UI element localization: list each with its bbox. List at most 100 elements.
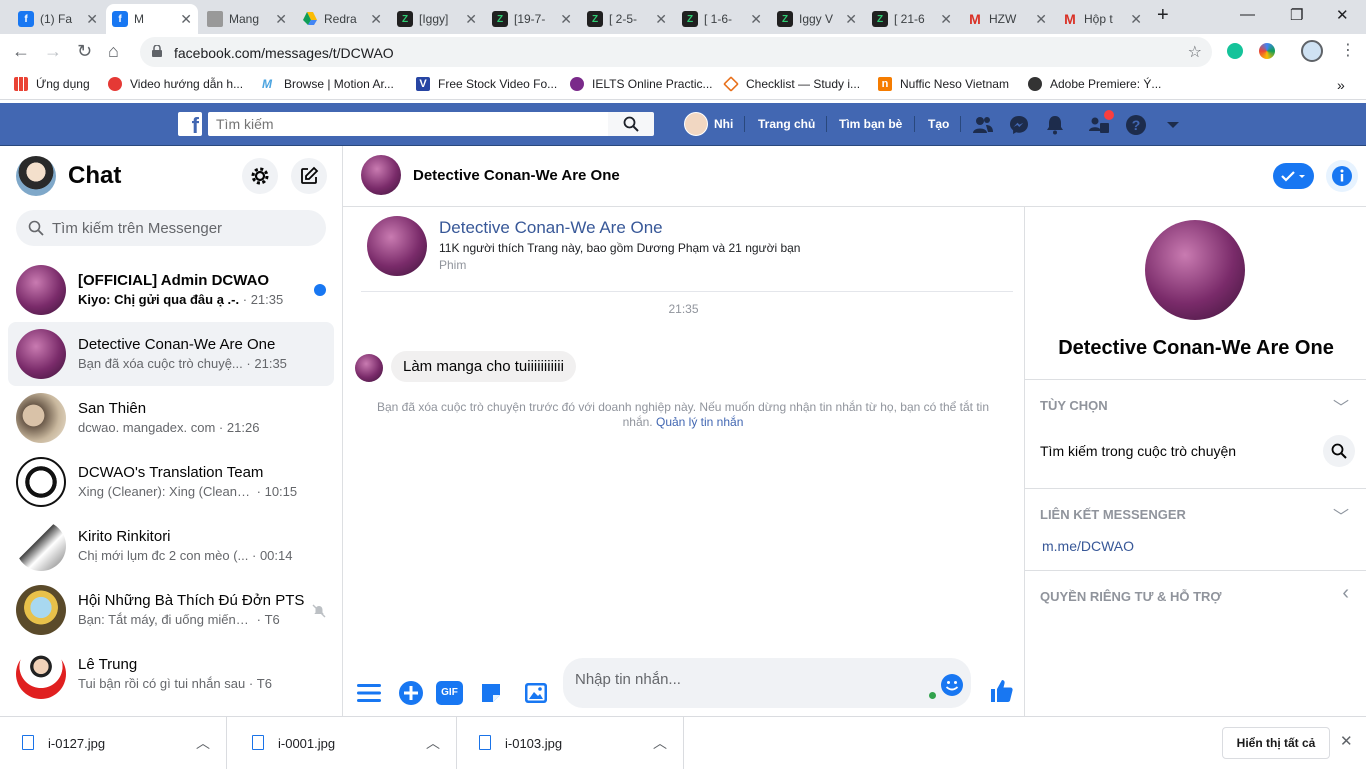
messenger-search-input[interactable]: Tìm kiếm trên Messenger	[16, 210, 326, 246]
emoji-icon[interactable]	[940, 673, 964, 697]
conversation-item[interactable]: [OFFICIAL] Admin DCWAO Kiyo: Chị gửi qua…	[8, 258, 334, 322]
browser-tab[interactable]: Z [ 21-6 ✕	[866, 4, 958, 34]
home-link[interactable]: Trang chủ	[758, 117, 815, 131]
browser-tab[interactable]: Z Iggy V ✕	[771, 4, 863, 34]
thumbs-up-icon[interactable]	[987, 677, 1015, 705]
conversation-title[interactable]: Detective Conan-We Are One	[413, 167, 620, 184]
chevron-up-icon[interactable]: ︿	[426, 733, 440, 753]
find-friends-link[interactable]: Tìm bạn bè	[839, 117, 902, 131]
browser-tab[interactable]: M HZW ✕	[961, 4, 1053, 34]
download-item[interactable]: i-0103.jpg ︿	[457, 717, 684, 769]
manage-messages-link[interactable]: Quản lý tin nhắn	[656, 415, 743, 429]
address-input[interactable]: facebook.com/messages/t/DCWAO ☆	[140, 37, 1212, 67]
close-tab-icon[interactable]: ✕	[1035, 11, 1047, 28]
details-page-name[interactable]: Detective Conan-We Are One	[1025, 337, 1366, 360]
page-avatar[interactable]	[361, 155, 401, 195]
conversation-item-selected[interactable]: Detective Conan-We Are One Bạn đã xóa cu…	[8, 322, 334, 386]
new-message-button[interactable]	[291, 158, 327, 194]
more-bookmarks-icon[interactable]: »	[1337, 77, 1345, 93]
notifications-bell-icon[interactable]	[1044, 114, 1066, 136]
chevron-up-icon[interactable]: ︿	[196, 733, 210, 753]
profile-avatar[interactable]	[16, 156, 56, 196]
close-tab-icon[interactable]: ✕	[560, 11, 572, 28]
close-tab-icon[interactable]: ✕	[845, 11, 857, 28]
chevron-down-icon[interactable]: ﹀	[1333, 394, 1349, 418]
search-in-conversation[interactable]: Tìm kiếm trong cuộc trò chuyện	[1040, 443, 1236, 459]
browser-tab[interactable]: Redra ✕	[296, 4, 388, 34]
bookmark-item[interactable]: M Browse | Motion Ar...	[262, 77, 394, 91]
browser-tab[interactable]: Z [ 2-5- ✕	[581, 4, 673, 34]
page-card-avatar[interactable]	[367, 216, 427, 276]
browser-tab-active[interactable]: f M ✕	[106, 4, 198, 34]
close-tab-icon[interactable]: ✕	[750, 11, 762, 28]
bookmark-item[interactable]: n Nuffic Neso Vietnam	[878, 77, 1009, 91]
chevron-up-icon[interactable]: ︿	[653, 733, 667, 753]
message-input[interactable]: Nhập tin nhắn...	[563, 658, 971, 708]
mark-done-button[interactable]	[1273, 163, 1314, 189]
user-name-link[interactable]: Nhi	[714, 117, 733, 131]
new-tab-icon[interactable]: +	[1157, 4, 1169, 27]
reload-icon[interactable]: ↻	[77, 41, 92, 62]
bookmark-item[interactable]: Adobe Premiere: Ý...	[1028, 77, 1161, 91]
close-tab-icon[interactable]: ✕	[1130, 11, 1142, 28]
forward-icon[interactable]: →	[44, 41, 62, 62]
bookmark-item[interactable]: IELTS Online Practic...	[570, 77, 713, 91]
messenger-link-header[interactable]: LIÊN KẾT MESSENGER	[1040, 507, 1186, 522]
conversation-item[interactable]: Lê Trung Tui bận rồi có gì tui nhắn sau …	[8, 642, 334, 706]
settings-button[interactable]	[242, 158, 278, 194]
more-actions-icon[interactable]	[356, 682, 382, 704]
info-button[interactable]	[1326, 160, 1358, 192]
bookmark-item[interactable]: Checklist — Study i...	[723, 76, 860, 92]
facebook-search-input[interactable]	[208, 112, 608, 136]
browser-tab[interactable]: f (1) Fa ✕	[12, 4, 104, 34]
user-avatar[interactable]	[684, 112, 708, 136]
grammarly-extension-icon[interactable]	[1227, 43, 1243, 59]
gif-button[interactable]: GIF	[436, 681, 463, 705]
bookmark-item[interactable]: V Free Stock Video Fo...	[416, 77, 557, 91]
conversation-item[interactable]: DCWAO's Translation Team Xing (Cleaner):…	[8, 450, 334, 514]
browser-tab[interactable]: Z [ 1-6- ✕	[676, 4, 768, 34]
account-menu-caret-icon[interactable]	[1162, 114, 1184, 136]
bookmark-apps[interactable]: Ứng dụng	[14, 77, 90, 91]
options-header[interactable]: TÙY CHỌN	[1040, 398, 1108, 413]
add-plus-icon[interactable]	[398, 680, 424, 706]
minimize-icon[interactable]: —	[1240, 6, 1255, 23]
friend-requests-icon[interactable]	[972, 114, 994, 136]
close-tab-icon[interactable]: ✕	[370, 11, 382, 28]
close-tab-icon[interactable]: ✕	[86, 11, 98, 28]
show-all-downloads-button[interactable]: Hiển thị tất cả	[1222, 727, 1330, 759]
conversation-item[interactable]: San Thiên dcwao. mangadex. com · 21:26	[8, 386, 334, 450]
browser-tab[interactable]: Z [Iggy] ✕	[391, 4, 483, 34]
conversation-item[interactable]: Kirito Rinkitori Chị mới lụm đc 2 con mè…	[8, 514, 334, 578]
download-item[interactable]: i-0127.jpg ︿	[0, 717, 227, 769]
search-button[interactable]	[608, 112, 654, 136]
download-item[interactable]: i-0001.jpg ︿	[230, 717, 457, 769]
photo-icon[interactable]	[524, 681, 548, 705]
page-large-avatar[interactable]	[1145, 220, 1245, 320]
create-link[interactable]: Tạo	[928, 117, 949, 131]
close-tab-icon[interactable]: ✕	[180, 11, 192, 28]
close-tab-icon[interactable]: ✕	[275, 11, 287, 28]
star-icon[interactable]: ☆	[1188, 42, 1202, 62]
help-icon[interactable]: ?	[1125, 114, 1147, 136]
facebook-logo-icon[interactable]: f	[178, 112, 202, 136]
browser-tab[interactable]: Mang ✕	[201, 4, 293, 34]
search-in-conversation-button[interactable]	[1323, 435, 1355, 467]
close-tab-icon[interactable]: ✕	[655, 11, 667, 28]
close-window-icon[interactable]: ✕	[1336, 6, 1349, 24]
page-card-name[interactable]: Detective Conan-We Are One	[439, 218, 663, 238]
privacy-support-header[interactable]: QUYỀN RIÊNG TƯ & HỖ TRỢ	[1040, 589, 1222, 604]
browser-tab[interactable]: Z [19-7- ✕	[486, 4, 578, 34]
back-icon[interactable]: ←	[12, 41, 30, 62]
conversation-item[interactable]: Hội Những Bà Thích Đú Đởn PTS Bạn: Tắt m…	[8, 578, 334, 642]
messenger-link[interactable]: m.me/DCWAO	[1042, 538, 1134, 554]
browser-tab[interactable]: M Hộp t ✕	[1056, 4, 1148, 34]
profile-avatar-icon[interactable]	[1301, 40, 1323, 62]
close-download-bar-icon[interactable]: ✕	[1340, 732, 1353, 750]
maximize-icon[interactable]: ❐	[1290, 6, 1303, 24]
extension-icon[interactable]	[1259, 43, 1275, 59]
home-icon[interactable]: ⌂	[108, 41, 119, 62]
menu-kebab-icon[interactable]: ⋮	[1340, 40, 1356, 60]
messenger-icon[interactable]	[1008, 114, 1030, 136]
chevron-left-icon[interactable]: ‹	[1342, 582, 1349, 605]
